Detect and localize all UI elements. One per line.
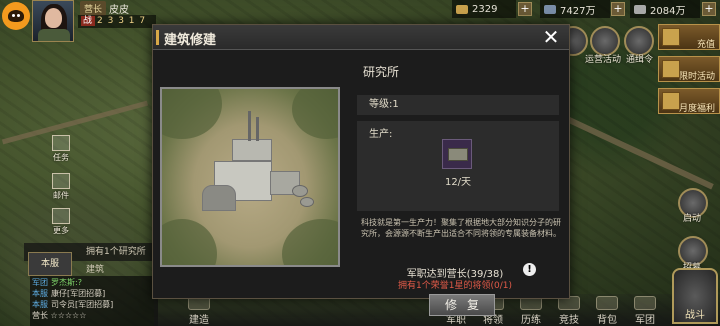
task-button[interactable]: 任务: [48, 135, 74, 165]
add-steel-button[interactable]: +: [702, 2, 716, 16]
nav-arena[interactable]: 竞技: [552, 296, 586, 326]
production-box: 生产: 12/天: [357, 121, 559, 211]
building-repair-dialog: 建筑修建 ✕ 研究所 等级:1 生产: 12/天 科技就是第一生产力！聚集了根据…: [152, 24, 570, 316]
gift-icon: [662, 28, 680, 46]
repair-button[interactable]: 修复: [429, 294, 495, 316]
player-name: 皮皮: [109, 5, 129, 16]
game-logo-icon[interactable]: [2, 2, 30, 30]
requirement-line: 拥有1个荣誉1星的将领(0/1): [398, 281, 512, 291]
more-button[interactable]: 更多: [48, 208, 74, 238]
close-icon[interactable]: ✕: [539, 25, 563, 49]
chat-line: 军团 罗杰斯:?: [32, 278, 82, 287]
steel-icon: [634, 4, 646, 14]
backpack-icon: [596, 296, 618, 310]
clock-icon: [662, 60, 680, 78]
header-accent: [156, 30, 159, 45]
wanted-label: 通缉令: [626, 55, 654, 65]
food-icon: [456, 4, 468, 14]
chat-line: 本服 康仔[军团招募]: [32, 289, 106, 298]
production-rate: 12/天: [444, 177, 472, 188]
mail-button[interactable]: 邮件: [48, 173, 74, 203]
chat-line: 本服 司令员[军团招募]: [32, 300, 114, 309]
rank-badge: 营长: [80, 1, 107, 16]
material-crate-icon[interactable]: [442, 139, 472, 169]
power-value: 战2 3 3 1 7: [78, 15, 156, 28]
monthly-welfare-button[interactable]: 月度福利: [658, 88, 720, 114]
recharge-button[interactable]: 充值: [658, 24, 720, 50]
limited-event-button[interactable]: 限时活动: [658, 56, 720, 82]
level-row: 等级:1: [357, 95, 559, 115]
launch-label: 启动: [683, 214, 702, 224]
warning-icon[interactable]: !: [523, 263, 536, 276]
oil-icon: [544, 4, 556, 14]
nav-backpack[interactable]: 背包: [590, 296, 624, 326]
legion-icon: [634, 296, 656, 310]
oil-resource: 7427万: [540, 0, 610, 18]
task-icon: [52, 135, 70, 151]
battle-button[interactable]: 战斗: [672, 268, 718, 324]
info-panel: 研究所 等级:1 生产: 12/天 科技就是第一生产力！聚集了根据地大部分知识分…: [355, 55, 565, 316]
more-icon: [52, 208, 70, 224]
mail-icon: [52, 173, 70, 189]
food-resource: 2329: [452, 0, 516, 18]
building-name: 研究所: [363, 65, 400, 79]
production-label: 生产:: [369, 129, 393, 140]
player-info[interactable]: 营长 皮皮 战2 3 3 1 7: [0, 0, 160, 42]
ops-label: 运营活动: [585, 55, 622, 65]
avatar[interactable]: [32, 0, 74, 42]
nav-build[interactable]: 建造: [182, 296, 216, 326]
dialog-header: 建筑修建 ✕: [153, 25, 569, 50]
nav-training[interactable]: 历练: [514, 296, 548, 326]
building-description: 科技就是第一生产力！聚集了根据地大部分知识分子的研究所，会源源不断生产出适合不同…: [361, 218, 561, 238]
steel-resource: 2084万: [630, 0, 700, 18]
gift-icon: [662, 92, 680, 110]
add-food-button[interactable]: +: [518, 2, 532, 16]
chat-line: 营长 ☆☆☆☆☆: [32, 311, 87, 320]
add-oil-button[interactable]: +: [611, 2, 625, 16]
dialog-title: 建筑修建: [164, 33, 217, 48]
nav-legion[interactable]: 军团: [628, 296, 662, 326]
chat-panel[interactable]: 军团 罗杰斯:? 本服 康仔[军团招募] 本服 司令员[军团招募] 营长 ☆☆☆☆☆: [30, 276, 158, 326]
chat-channel-button[interactable]: 本服: [28, 252, 72, 276]
building-image: [160, 87, 340, 267]
